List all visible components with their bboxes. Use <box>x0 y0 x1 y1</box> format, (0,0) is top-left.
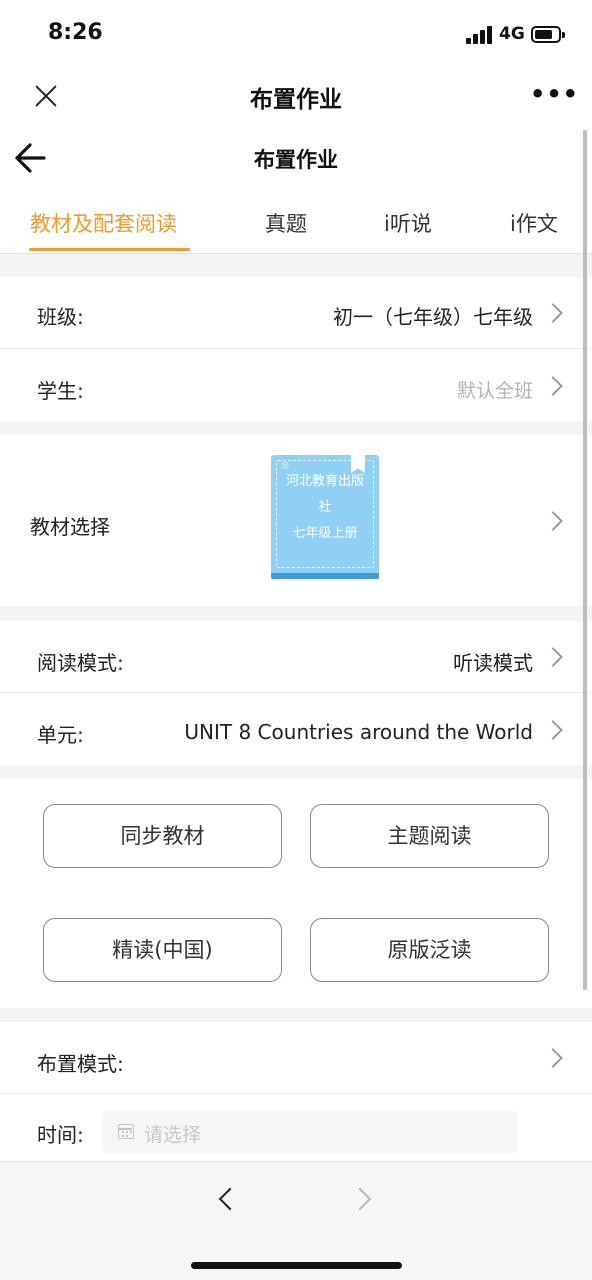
class-label: 班级: <box>37 305 84 329</box>
class-value: 初一（七年级）七年级 <box>333 305 533 329</box>
browser-forward-icon[interactable] <box>352 1184 376 1214</box>
textbook-row[interactable]: 教材选择 ◎ 河北教育出版 社 七年级上册 <box>0 435 592 606</box>
time-placeholder: 请选择 <box>144 1124 202 1146</box>
reading-mode-value: 听读模式 <box>453 651 533 675</box>
book-publisher-line2: 社 <box>318 500 332 515</box>
reading-type-panel: 同步教材 主题阅读 精读(中国) 原版泛读 <box>0 779 592 1008</box>
extensive-reading-button[interactable]: 原版泛读 <box>310 918 549 982</box>
textbook-label: 教材选择 <box>30 515 110 539</box>
page-title: 布置作业 <box>254 148 338 172</box>
nav-bar: 布置作业 <box>0 126 592 190</box>
tab-listening-speaking[interactable]: i听说 <box>384 208 432 238</box>
tab-real-exam[interactable]: 真题 <box>265 208 307 238</box>
battery-icon <box>531 26 565 43</box>
intensive-reading-button[interactable]: 精读(中国) <box>43 918 282 982</box>
book-publisher-line1: 河北教育出版 <box>285 474 364 489</box>
time-picker-input[interactable]: 请选择 <box>102 1110 517 1154</box>
unit-label: 单元: <box>37 723 84 747</box>
home-indicator[interactable] <box>191 1262 402 1269</box>
browser-bottom-bar <box>0 1161 592 1280</box>
network-type: 4G <box>499 24 525 44</box>
signal-icon <box>466 26 494 44</box>
assign-mode-row[interactable]: 布置模式: <box>0 1022 592 1094</box>
calendar-icon <box>118 1124 134 1139</box>
more-icon[interactable]: ••• <box>530 82 578 106</box>
tab-textbook-reading[interactable]: 教材及配套阅读 <box>30 208 177 238</box>
tab-bar: 教材及配套阅读 真题 i听说 i作文 <box>0 190 592 254</box>
app-title: 布置作业 <box>250 87 342 113</box>
book-grade: 七年级上册 <box>292 526 358 541</box>
student-row[interactable]: 学生: 默认全班 <box>0 349 592 421</box>
class-row[interactable]: 班级: 初一（七年级）七年级 <box>0 277 592 349</box>
chevron-right-icon <box>543 720 563 740</box>
app-bar: 布置作业 ••• <box>0 64 592 126</box>
time-label: 时间: <box>37 1123 84 1147</box>
chevron-right-icon <box>543 1048 563 1068</box>
textbook-cover[interactable]: ◎ 河北教育出版 社 七年级上册 <box>271 455 379 583</box>
unit-row[interactable]: 单元: UNIT 8 Countries around the World <box>0 693 592 765</box>
chevron-right-icon <box>543 376 563 396</box>
active-tab-indicator <box>29 248 190 251</box>
scrollbar[interactable] <box>583 130 587 990</box>
chevron-right-icon <box>543 303 563 323</box>
student-value: 默认全班 <box>456 380 533 402</box>
tab-writing[interactable]: i作文 <box>510 208 558 238</box>
chevron-right-icon <box>543 647 563 667</box>
status-time: 8:26 <box>48 20 103 45</box>
student-label: 学生: <box>37 379 84 403</box>
reading-mode-row[interactable]: 阅读模式: 听读模式 <box>0 621 592 693</box>
assign-mode-label: 布置模式: <box>37 1052 124 1076</box>
theme-reading-button[interactable]: 主题阅读 <box>310 804 549 868</box>
unit-value: UNIT 8 Countries around the World <box>184 720 533 744</box>
status-bar: 8:26 4G <box>0 0 592 64</box>
chevron-right-icon <box>543 511 563 531</box>
sync-textbook-button[interactable]: 同步教材 <box>43 804 282 868</box>
reading-mode-label: 阅读模式: <box>37 651 124 675</box>
browser-back-icon[interactable] <box>214 1184 238 1214</box>
time-row: 时间: 请选择 <box>0 1094 592 1164</box>
